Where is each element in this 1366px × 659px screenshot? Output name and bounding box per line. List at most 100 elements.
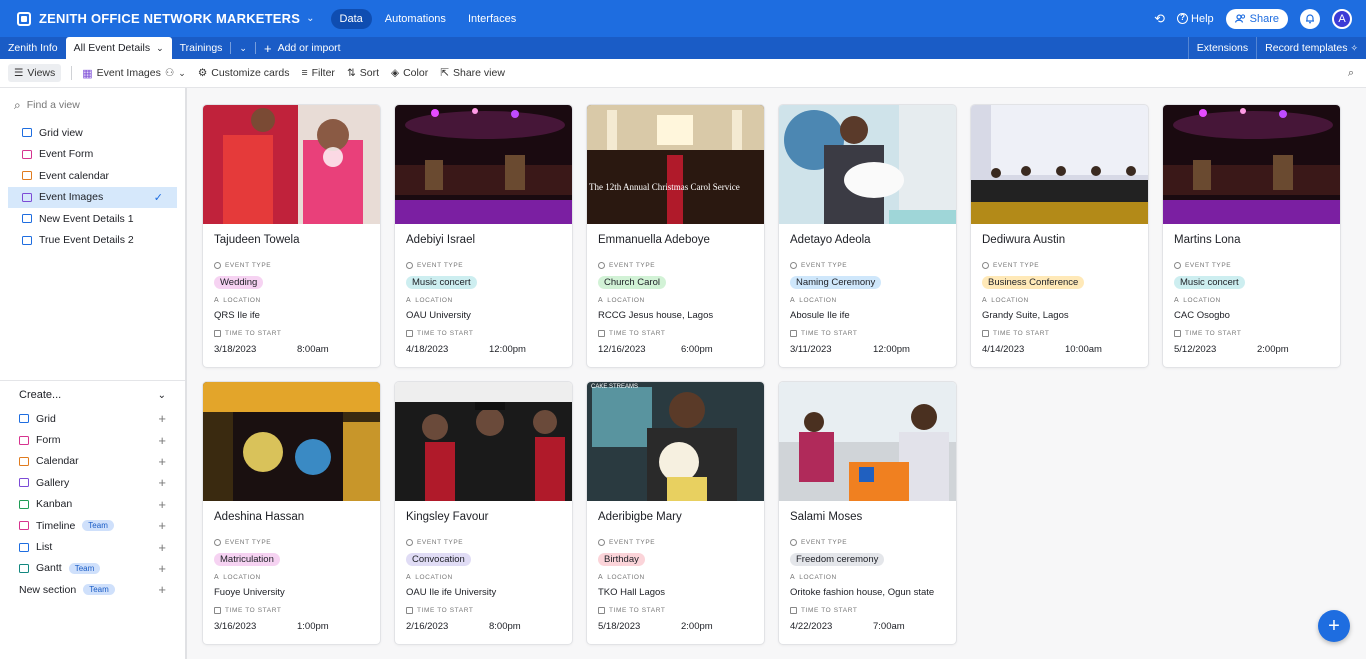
gallery-area: Tajudeen Towela EVENT TYPE Wedding A LOCATIO… xyxy=(189,88,1366,659)
field-label-location: A LOCATION xyxy=(587,572,764,582)
create-view-item[interactable]: Form + xyxy=(0,429,185,450)
event-type-value: Church Carol xyxy=(587,270,764,289)
field-label-event-type: EVENT TYPE xyxy=(395,537,572,547)
tab-data[interactable]: Data xyxy=(330,8,372,29)
sidebar-view-item[interactable]: Event Images ✓ xyxy=(8,186,177,208)
views-label: Views xyxy=(27,67,56,79)
views-toggle-button[interactable]: ☰ Views xyxy=(8,64,62,82)
record-card[interactable]: Adebiyi Israel EVENT TYPE Music concert A LO… xyxy=(395,105,572,367)
plus-icon[interactable]: + xyxy=(158,561,166,576)
field-label-text: EVENT TYPE xyxy=(609,538,656,546)
sidebar-view-item[interactable]: Event calendar xyxy=(8,165,177,187)
create-view-item[interactable]: Gallery + xyxy=(0,472,185,493)
tab-automations[interactable]: Automations xyxy=(376,9,455,29)
record-card[interactable]: Tajudeen Towela EVENT TYPE Wedding A LOCATIO… xyxy=(203,105,380,367)
sidebar-view-item[interactable]: Grid view xyxy=(8,122,177,144)
extensions-button[interactable]: Extensions xyxy=(1187,37,1257,59)
single-select-icon xyxy=(214,261,221,269)
table-tab-all-event-details[interactable]: All Event Details ⌄ xyxy=(65,37,172,59)
help-icon: ? xyxy=(1177,13,1189,24)
plus-icon[interactable]: + xyxy=(158,454,166,469)
time-to-start-value: 4/22/2023 7:00am xyxy=(779,615,956,632)
plus-icon[interactable]: + xyxy=(158,433,166,448)
event-type-pill: Business Conference xyxy=(982,276,1085,289)
create-view-item[interactable]: New section Team + xyxy=(0,579,185,600)
single-select-icon xyxy=(214,538,221,546)
field-label-text: TIME TO START xyxy=(417,329,474,337)
field-label-event-type: EVENT TYPE xyxy=(971,260,1148,270)
create-view-item[interactable]: Gantt Team + xyxy=(0,558,185,579)
record-card[interactable]: Adetayo Adeola EVENT TYPE Naming Ceremony A… xyxy=(779,105,956,367)
field-label-text: TIME TO START xyxy=(609,329,666,337)
sidebar-view-item[interactable]: Event Form xyxy=(8,144,177,166)
field-label-text: LOCATION xyxy=(799,573,837,581)
record-templates-button[interactable]: Record templates ✧ xyxy=(1256,37,1366,59)
current-view-switcher[interactable]: ▦ Event Images ⚇ ⌄ xyxy=(82,67,186,80)
location-value: Abosule Ile ife xyxy=(790,310,850,321)
start-time: 12:00pm xyxy=(873,344,910,355)
plus-icon[interactable]: + xyxy=(158,582,166,597)
plus-icon[interactable]: + xyxy=(158,518,166,533)
create-view-item[interactable]: Timeline Team + xyxy=(0,515,185,536)
base-name[interactable]: ZENITH OFFICE NETWORK MARKETERS xyxy=(39,11,300,26)
table-tab-zenith-info[interactable]: Zenith Info xyxy=(0,37,66,59)
search-icon[interactable]: ⌕ xyxy=(1348,67,1354,80)
share-view-button[interactable]: ⇱ Share view xyxy=(440,67,505,79)
base-logo-icon[interactable] xyxy=(17,11,31,26)
location-value: TKO Hall Lagos xyxy=(598,587,666,598)
table-tab-trainings[interactable]: Trainings xyxy=(172,37,231,59)
sidebar-view-item[interactable]: New Event Details 1 xyxy=(8,208,177,230)
top-tabs: Data Automations Interfaces xyxy=(330,8,526,29)
record-card[interactable]: Dediwura Austin EVENT TYPE Business Confer… xyxy=(971,105,1148,367)
plus-icon[interactable]: + xyxy=(158,411,166,426)
share-view-label: Share view xyxy=(453,67,505,79)
card-title: Salami Moses xyxy=(790,511,863,523)
add-record-button[interactable]: + xyxy=(1318,610,1350,642)
create-view-item[interactable]: List + xyxy=(0,536,185,557)
color-button[interactable]: ◈ Color xyxy=(391,67,428,79)
chevron-down-icon[interactable]: ⌄ xyxy=(306,13,314,24)
location-value: CAC Osogbo xyxy=(1174,310,1230,321)
record-card[interactable]: The 12th Annual Christmas Carol Service E… xyxy=(587,105,764,367)
start-date: 3/11/2023 xyxy=(790,344,832,355)
field-label-event-type: EVENT TYPE xyxy=(779,537,956,547)
plus-icon[interactable]: + xyxy=(158,475,166,490)
start-time: 8:00am xyxy=(297,344,329,355)
chevron-down-icon[interactable]: ⌄ xyxy=(156,43,164,54)
help-button[interactable]: ? Help xyxy=(1177,13,1214,25)
view-type-icon xyxy=(19,478,29,488)
plus-icon[interactable]: + xyxy=(158,497,166,512)
event-type-value: Music concert xyxy=(1163,270,1340,289)
create-view-item[interactable]: Grid + xyxy=(0,408,185,429)
create-header[interactable]: Create... ⌄ xyxy=(0,382,185,408)
filter-button[interactable]: ≡ Filter xyxy=(301,67,334,79)
record-card[interactable]: Adeshina Hassan EVENT TYPE Matriculation A L… xyxy=(203,382,380,644)
record-card[interactable]: Martins Lona EVENT TYPE Music concert A LOCA… xyxy=(1163,105,1340,367)
view-type-icon xyxy=(19,414,29,424)
add-or-import-button[interactable]: + Add or import xyxy=(256,41,349,56)
record-card[interactable]: Salami Moses EVENT TYPE Freedom ceremony A L… xyxy=(779,382,956,644)
tab-interfaces[interactable]: Interfaces xyxy=(459,9,525,29)
time-to-start-value: 5/18/2023 2:00pm xyxy=(587,615,764,632)
field-label-text: LOCATION xyxy=(415,573,453,581)
customize-cards-button[interactable]: ⚙ Customize cards xyxy=(198,67,290,79)
user-avatar[interactable]: A xyxy=(1332,8,1352,29)
record-card[interactable]: CAKE STREAMS Aderibigbe Mary EVENT TYPE Bir… xyxy=(587,382,764,644)
find-view-input[interactable]: ⌕ Find a view xyxy=(0,88,185,122)
sort-button[interactable]: ⇅ Sort xyxy=(347,67,379,79)
plus-icon[interactable]: + xyxy=(158,540,166,555)
create-view-item[interactable]: Calendar + xyxy=(0,451,185,472)
create-view-item[interactable]: Kanban + xyxy=(0,494,185,515)
share-button[interactable]: Share xyxy=(1225,8,1288,29)
start-date: 4/14/2023 xyxy=(982,344,1025,355)
card-cover-image xyxy=(971,105,1148,224)
notifications-bell-icon[interactable] xyxy=(1300,8,1320,29)
create-item-label: Timeline xyxy=(36,519,76,532)
location-icon: A xyxy=(598,573,604,581)
location-value: Oritoke fashion house, Ogun state xyxy=(790,587,935,598)
sidebar-view-item[interactable]: True Event Details 2 xyxy=(8,230,177,252)
event-type-value: Music concert xyxy=(395,270,572,289)
record-card[interactable]: Kingsley Favour EVENT TYPE Convocation A LOC… xyxy=(395,382,572,644)
history-icon[interactable]: ⟲ xyxy=(1154,11,1165,27)
tables-dropdown-icon[interactable]: ⌄ xyxy=(231,37,255,59)
